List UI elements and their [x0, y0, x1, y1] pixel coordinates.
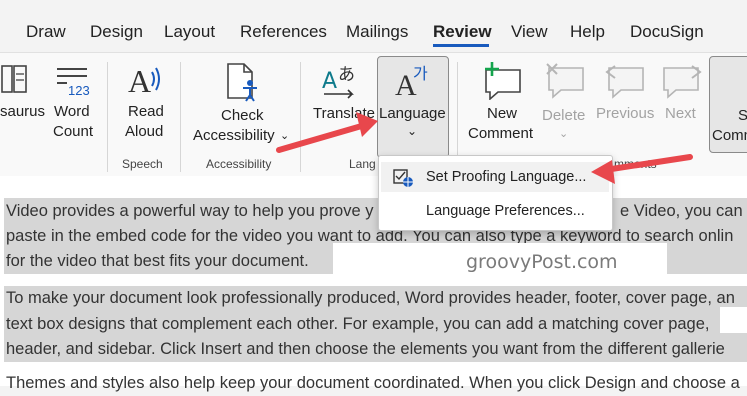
annotation-arrows — [276, 112, 693, 184]
arrow-to-language-icon — [276, 112, 378, 153]
arrow-to-set-proofing-icon — [591, 154, 693, 184]
